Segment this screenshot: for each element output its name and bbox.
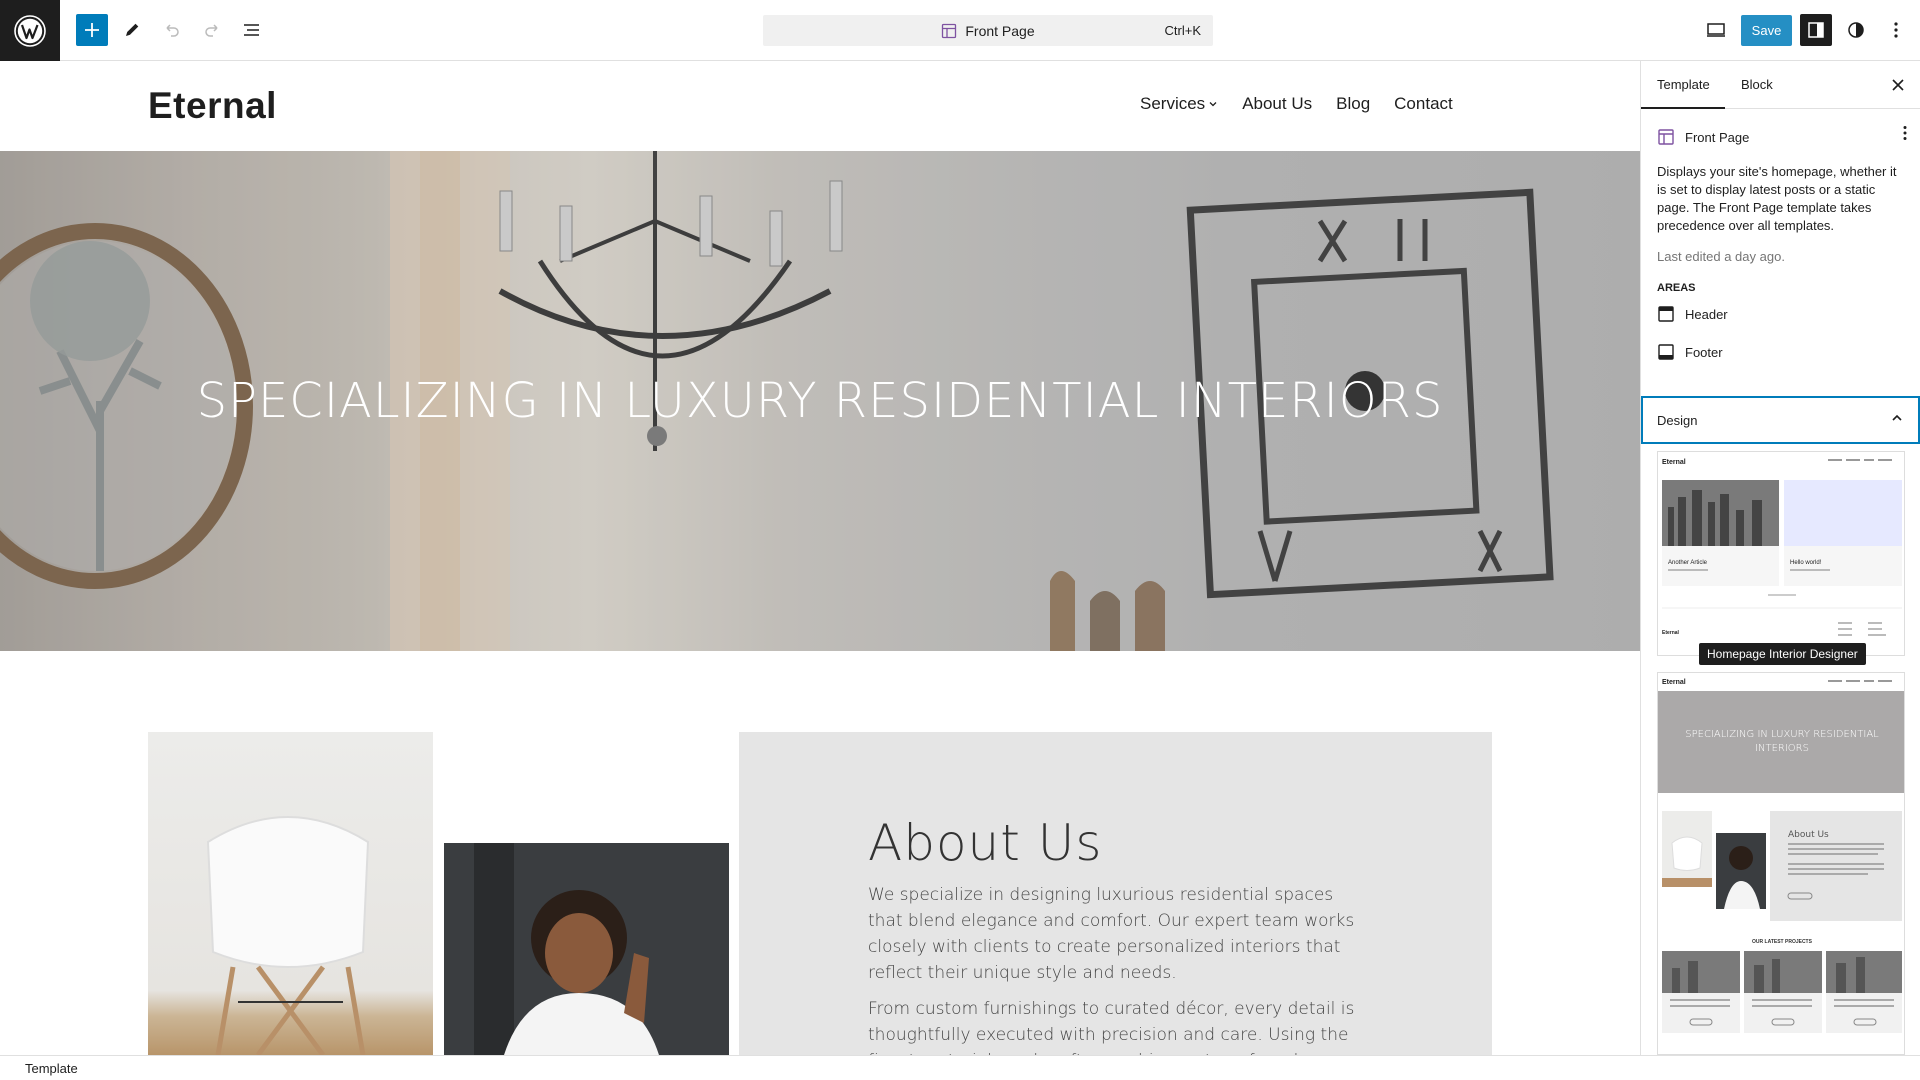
undo-icon (166, 24, 179, 37)
design-panel-title: Design (1657, 412, 1698, 428)
pattern-site-title: Eternal (1662, 459, 1686, 466)
about-section[interactable]: About Us We specialize in designing luxu… (0, 651, 1640, 1055)
template-icon (942, 23, 957, 38)
pattern-projects-label: OUR LATEST PROJECTS (1752, 939, 1813, 945)
area-label: Footer (1685, 344, 1723, 360)
pattern-preview-blog[interactable]: Eternal Another Article Hello world! Ete… (1657, 451, 1905, 656)
redo-button[interactable] (196, 14, 228, 46)
nav-item-services[interactable]: Services (1140, 94, 1218, 114)
editor-top-bar: Front Page Ctrl+K Save (0, 0, 1920, 61)
command-palette-bar[interactable]: Front Page Ctrl+K (763, 15, 1213, 46)
template-title-row: Front Page (1657, 125, 1904, 149)
pattern-site-title: Eternal (1662, 679, 1686, 686)
pattern-thumbnail: Eternal Another Article Hello world! Ete… (1662, 459, 1902, 636)
site-title[interactable]: Eternal (148, 85, 277, 127)
chair-image[interactable] (148, 732, 433, 1055)
design-panel-toggle[interactable]: Design (1641, 396, 1920, 444)
about-heading[interactable]: About Us (868, 814, 1102, 872)
pattern-footer-title: Eternal (1662, 630, 1680, 636)
block-breadcrumb-bar: Template (0, 1055, 1920, 1080)
styles-half-circle-icon (1848, 22, 1864, 38)
about-content-box[interactable]: About Us We specialize in designing luxu… (739, 732, 1492, 1055)
chevron-down-icon (1209, 102, 1217, 107)
nav-item-label: Services (1140, 94, 1206, 113)
pencil-icon (126, 23, 139, 36)
portrait-illustration (444, 843, 729, 1055)
pattern-hero-title: SPECIALIZING IN LUXURY RESIDENTIAL INTER… (1685, 729, 1879, 754)
area-footer[interactable]: Footer (1657, 334, 1904, 370)
header-area-icon (1658, 306, 1674, 322)
hero-cover-block[interactable]: SPECIALIZING IN LUXURY RESIDENTIAL INTER… (0, 151, 1640, 651)
chevron-up-icon (1892, 414, 1902, 421)
wordpress-logo-icon (14, 14, 46, 47)
tab-template[interactable]: Template (1657, 77, 1710, 92)
undo-button[interactable] (156, 14, 188, 46)
tools-button[interactable] (116, 14, 148, 46)
command-title-text: Front Page (965, 22, 1035, 39)
template-actions-button[interactable] (1902, 125, 1908, 141)
about-paragraph-2[interactable]: From custom furnishings to curated décor… (868, 996, 1358, 1055)
preview-button[interactable] (1700, 14, 1732, 46)
template-title: Front Page (1685, 129, 1750, 145)
pattern-thumbnail: Eternal SPECIALIZING IN LUXURY RESIDENTI… (1658, 679, 1904, 1033)
close-icon (1892, 79, 1904, 91)
pattern-post-title-2: Hello world! (1790, 560, 1822, 566)
desktop-preview-icon (1707, 23, 1725, 37)
site-navigation[interactable]: Services About Us Blog Contact (1140, 94, 1453, 114)
editor-canvas[interactable]: Eternal Services About Us Blog Contact S… (0, 61, 1640, 1055)
settings-sidebar: Template Block Front Page Displays your … (1640, 61, 1920, 1055)
about-paragraph-1[interactable]: We specialize in designing luxurious res… (868, 882, 1358, 986)
nav-item-blog[interactable]: Blog (1336, 94, 1370, 114)
footer-area-icon (1658, 344, 1674, 360)
wordpress-logo-button[interactable] (0, 0, 60, 61)
area-label: Header (1685, 306, 1728, 322)
save-button[interactable]: Save (1741, 15, 1792, 46)
areas-label: AREAS (1657, 282, 1696, 294)
more-vertical-icon (1903, 126, 1907, 140)
document-overview-button[interactable] (236, 14, 268, 46)
template-panel: Front Page Displays your site's homepage… (1641, 109, 1920, 386)
nav-item-about[interactable]: About Us (1242, 94, 1312, 114)
nav-item-contact[interactable]: Contact (1394, 94, 1453, 114)
redo-icon (205, 24, 218, 37)
pattern-tooltip: Homepage Interior Designer (1699, 643, 1866, 665)
more-vertical-icon (1894, 22, 1898, 38)
tab-block[interactable]: Block (1741, 77, 1773, 92)
pattern-preview-homepage-interior[interactable]: Eternal SPECIALIZING IN LUXURY RESIDENTI… (1657, 672, 1905, 1055)
close-sidebar-button[interactable] (1886, 73, 1910, 97)
plus-icon (85, 23, 99, 37)
command-shortcut: Ctrl+K (1164, 23, 1201, 38)
options-button[interactable] (1880, 14, 1912, 46)
template-description: Displays your site's homepage, whether i… (1657, 164, 1897, 233)
pattern-about-heading: About Us (1788, 830, 1829, 840)
settings-sidebar-toggle[interactable] (1800, 14, 1832, 46)
hero-heading[interactable]: SPECIALIZING IN LUXURY RESIDENTIAL INTER… (0, 373, 1640, 429)
chair-illustration (206, 816, 370, 1055)
area-header[interactable]: Header (1657, 296, 1904, 332)
last-edited: Last edited a day ago. (1657, 249, 1785, 264)
template-icon (1658, 129, 1674, 145)
breadcrumb-template[interactable]: Template (25, 1061, 78, 1076)
site-header[interactable]: Eternal Services About Us Blog Contact (0, 61, 1640, 151)
list-view-icon (244, 24, 259, 36)
designer-portrait-image[interactable] (444, 843, 729, 1055)
add-block-button[interactable] (76, 14, 108, 46)
pattern-post-title-1: Another Article (1668, 560, 1708, 566)
settings-sidebar-icon (1808, 22, 1824, 38)
command-title: Front Page (941, 22, 1035, 39)
sidebar-tabs: Template Block (1641, 61, 1920, 109)
styles-button[interactable] (1840, 14, 1872, 46)
